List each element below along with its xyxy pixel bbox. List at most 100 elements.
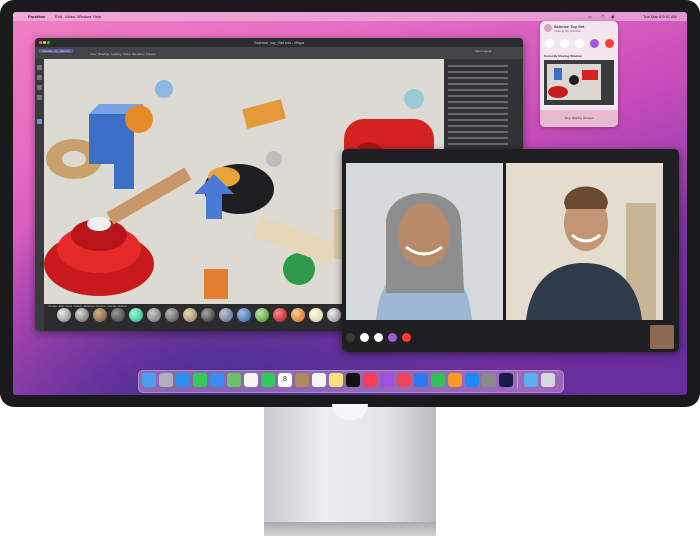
notes-icon[interactable]: [329, 373, 343, 387]
messages-icon[interactable]: [193, 373, 207, 387]
music-icon[interactable]: [363, 373, 377, 387]
layout-tool-icon[interactable]: [37, 119, 42, 124]
safari-icon[interactable]: [176, 373, 190, 387]
close-icon[interactable]: [39, 41, 42, 44]
outliner-row[interactable]: [448, 89, 508, 91]
launchpad-icon[interactable]: [159, 373, 173, 387]
tv-icon[interactable]: [346, 373, 360, 387]
outliner-row[interactable]: [448, 107, 508, 109]
menu-clock[interactable]: Tue Mar 8 9:41 AM: [643, 14, 677, 19]
menu-edit[interactable]: Edit: [55, 14, 62, 19]
zoom-icon[interactable]: [47, 41, 51, 44]
outliner-row[interactable]: [448, 83, 508, 85]
menu-video[interactable]: Video: [65, 14, 75, 19]
move-tool-icon[interactable]: [37, 75, 42, 80]
keynote-icon[interactable]: [414, 373, 428, 387]
viewport-menu-view[interactable]: View: [90, 52, 96, 56]
participant-tile[interactable]: [506, 163, 663, 320]
material-swatch[interactable]: [165, 308, 179, 322]
numbers-icon[interactable]: [431, 373, 445, 387]
layout-label[interactable]: Main Layout: [475, 49, 491, 53]
shared-window-thumbnail[interactable]: [544, 60, 614, 105]
facetime-window[interactable]: [342, 149, 679, 352]
outliner-row[interactable]: [448, 71, 508, 73]
shelf-menu-create[interactable]: Create: [48, 304, 57, 308]
maya-tool-strip[interactable]: [35, 59, 44, 304]
photos-icon[interactable]: [244, 373, 258, 387]
finder-icon[interactable]: [142, 373, 156, 387]
trash-icon[interactable]: [541, 373, 555, 387]
end-call-icon[interactable]: [402, 333, 411, 342]
podcasts-icon[interactable]: [380, 373, 394, 387]
file-tab[interactable]: Science_toy_Set.mb: [39, 49, 73, 53]
window-controls[interactable]: [39, 38, 51, 47]
outliner-row[interactable]: [448, 137, 508, 139]
menu-help[interactable]: Help: [93, 14, 101, 19]
material-swatch[interactable]: [201, 308, 215, 322]
outliner-row[interactable]: [448, 113, 508, 115]
material-swatch[interactable]: [183, 308, 197, 322]
material-swatch[interactable]: [111, 308, 125, 322]
self-view-thumbnail[interactable]: [650, 325, 674, 349]
calendar-icon[interactable]: 8: [278, 373, 292, 387]
material-swatch[interactable]: [129, 308, 143, 322]
shareplay-popup[interactable]: Science Toy Set Sharing My Window Curren…: [540, 21, 618, 127]
facetime-icon[interactable]: [261, 373, 275, 387]
battery-icon[interactable]: ▭: [588, 14, 592, 19]
outliner-row[interactable]: [448, 131, 508, 133]
outliner-row[interactable]: [448, 143, 508, 145]
menu-app-name[interactable]: Facetime: [28, 14, 45, 19]
outliner-row[interactable]: [448, 95, 508, 97]
maya-title-bar[interactable]: Science_toy_Set.mb - Maya: [35, 38, 523, 47]
video-icon[interactable]: [374, 333, 383, 342]
outliner-row[interactable]: [448, 65, 508, 67]
material-swatch[interactable]: [309, 308, 323, 322]
viewport-menu[interactable]: View Shading Lighting Show Renderer Pane…: [90, 52, 156, 56]
downloads-icon[interactable]: [524, 373, 538, 387]
participant-tile[interactable]: [346, 163, 503, 320]
rotate-tool-icon[interactable]: [37, 85, 42, 90]
material-swatch[interactable]: [273, 308, 287, 322]
viewport-menu-panels[interactable]: Panels: [146, 52, 155, 56]
material-swatch[interactable]: [327, 308, 341, 322]
shelf-menu-view[interactable]: View: [66, 304, 72, 308]
news-icon[interactable]: [397, 373, 411, 387]
material-swatch[interactable]: [75, 308, 89, 322]
viewport-menu-shading[interactable]: Shading: [98, 52, 109, 56]
outliner-row[interactable]: [448, 101, 508, 103]
cinema4d-icon[interactable]: [499, 373, 513, 387]
sidebar-icon[interactable]: [346, 333, 355, 342]
scale-tool-icon[interactable]: [37, 95, 42, 100]
outliner-row[interactable]: [448, 125, 508, 127]
viewport-menu-show[interactable]: Show: [123, 52, 131, 56]
mail-icon[interactable]: [210, 373, 224, 387]
app-store-icon[interactable]: [465, 373, 479, 387]
share-icon[interactable]: [590, 39, 599, 48]
reminders-icon[interactable]: [312, 373, 326, 387]
minimize-icon[interactable]: [43, 41, 47, 44]
shelf-menu-material[interactable]: Material: [84, 304, 95, 308]
material-swatch[interactable]: [93, 308, 107, 322]
control-center-icon[interactable]: ◉: [611, 14, 615, 19]
viewport-menu-lighting[interactable]: Lighting: [111, 52, 122, 56]
outliner-row[interactable]: [448, 77, 508, 79]
select-tool-icon[interactable]: [37, 65, 42, 70]
stop-sharing-button[interactable]: Stop Sharing Window: [540, 110, 618, 127]
maps-icon[interactable]: [227, 373, 241, 387]
mic-icon[interactable]: [360, 333, 369, 342]
material-swatch[interactable]: [255, 308, 269, 322]
material-swatch[interactable]: [147, 308, 161, 322]
material-swatch[interactable]: [291, 308, 305, 322]
pages-icon[interactable]: [448, 373, 462, 387]
viewport-menu-renderer[interactable]: Renderer: [132, 52, 145, 56]
mic-icon[interactable]: [560, 39, 569, 48]
material-swatch[interactable]: [57, 308, 71, 322]
sidebar-icon[interactable]: [545, 39, 554, 48]
contacts-icon[interactable]: [295, 373, 309, 387]
video-icon[interactable]: [575, 39, 584, 48]
system-preferences-icon[interactable]: [482, 373, 496, 387]
share-icon[interactable]: [388, 333, 397, 342]
material-swatch[interactable]: [237, 308, 251, 322]
menu-window[interactable]: Window: [77, 14, 91, 19]
wifi-icon[interactable]: ◠: [601, 14, 605, 19]
